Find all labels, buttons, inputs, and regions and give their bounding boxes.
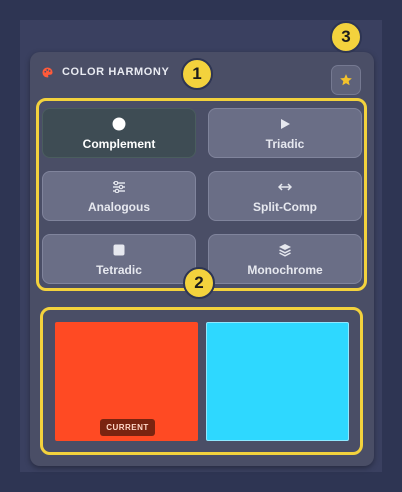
marker-1: 1 (181, 58, 213, 90)
mode-label: Complement (82, 137, 156, 151)
mode-split-comp[interactable]: Split-Comp (208, 171, 362, 221)
current-badge: CURRENT (100, 419, 155, 436)
sliders-icon (113, 181, 125, 193)
mode-monochrome[interactable]: Monochrome (208, 234, 362, 284)
mode-label: Tetradic (96, 263, 142, 277)
star-icon (340, 74, 352, 86)
panel-title: COLOR HARMONY (62, 66, 170, 78)
favorite-button[interactable] (331, 65, 361, 95)
mode-analogous[interactable]: Analogous (42, 171, 196, 221)
circle-icon (112, 117, 126, 131)
mode-label: Monochrome (247, 263, 323, 277)
mode-label: Split-Comp (253, 200, 317, 214)
play-icon (281, 119, 290, 129)
mode-label: Analogous (88, 200, 150, 214)
layers-icon (279, 244, 291, 257)
mode-complement[interactable]: Complement (42, 108, 196, 158)
marker-3: 3 (330, 21, 362, 53)
palette-icon (42, 67, 53, 78)
marker-2: 2 (183, 267, 215, 299)
mode-tetradic[interactable]: Tetradic (42, 234, 196, 284)
arrows-horizontal-icon (278, 183, 292, 191)
mode-triadic[interactable]: Triadic (208, 108, 362, 158)
mode-label: Triadic (265, 137, 305, 151)
complement-color-swatch[interactable] (206, 322, 349, 441)
square-icon (113, 244, 125, 256)
